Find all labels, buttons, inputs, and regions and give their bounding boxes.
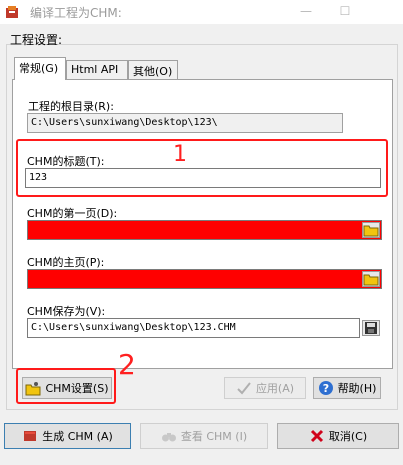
project-settings-label: 工程设置: <box>10 33 63 47</box>
tab-html-api[interactable]: Html API <box>66 60 128 80</box>
title-bar: 编译工程为CHM: — ☐ <box>0 0 403 24</box>
apply-label: 应用(A) <box>255 382 295 395</box>
tab-general[interactable]: 常规(G) <box>14 57 66 80</box>
tab-html-api-label: Html API <box>71 63 119 76</box>
root-dir-label: 工程的根目录(R): <box>28 100 114 113</box>
book-icon <box>22 428 38 444</box>
annotation-number-1: 1 <box>173 142 187 167</box>
app-icon <box>4 4 20 20</box>
tab-other[interactable]: 其他(O) <box>128 60 178 80</box>
help-icon: ? <box>318 380 334 396</box>
cancel-label: 取消(C) <box>328 430 368 443</box>
home-page-label: CHM的主页(P): <box>27 256 105 269</box>
minimize-button[interactable]: — <box>296 3 316 19</box>
build-chm-button[interactable]: 生成 CHM (A) <box>4 423 131 449</box>
title-label: CHM的标题(T): <box>27 155 105 168</box>
first-page-label: CHM的第一页(D): <box>27 207 118 220</box>
window-title: 编译工程为CHM: <box>30 6 122 20</box>
close-icon <box>309 428 325 444</box>
chm-settings-button[interactable]: CHM设置(S) <box>22 377 112 399</box>
svg-text:?: ? <box>322 382 328 395</box>
save-disk-icon[interactable] <box>362 320 380 336</box>
home-page-field[interactable] <box>27 269 382 289</box>
help-button[interactable]: ? 帮助(H) <box>313 377 381 399</box>
help-label: 帮助(H) <box>337 382 377 395</box>
folder-key-icon <box>25 380 41 396</box>
annotation-number-2: 2 <box>118 348 136 381</box>
apply-button[interactable]: 应用(A) <box>224 377 306 399</box>
folder-open-icon[interactable] <box>362 222 380 238</box>
save-as-label: CHM保存为(V): <box>27 305 106 318</box>
build-chm-label: 生成 CHM (A) <box>42 430 113 443</box>
view-chm-label: 查看 CHM (I) <box>180 430 248 443</box>
first-page-field[interactable] <box>27 220 382 240</box>
title-input[interactable]: 123 <box>25 168 381 188</box>
chm-settings-label: CHM设置(S) <box>45 382 109 395</box>
cancel-button[interactable]: 取消(C) <box>277 423 399 449</box>
folder-open-icon[interactable] <box>362 271 380 287</box>
save-as-field[interactable]: C:\Users\sunxiwang\Desktop\123.CHM <box>27 318 360 338</box>
tab-general-label: 常规(G) <box>19 62 59 75</box>
binoculars-icon <box>161 428 177 444</box>
root-dir-field[interactable]: C:\Users\sunxiwang\Desktop\123\ <box>27 113 343 133</box>
view-chm-button[interactable]: 查看 CHM (I) <box>140 423 268 449</box>
maximize-button[interactable]: ☐ <box>335 3 355 19</box>
checkmark-icon <box>236 380 252 396</box>
tab-other-label: 其他(O) <box>133 65 173 78</box>
